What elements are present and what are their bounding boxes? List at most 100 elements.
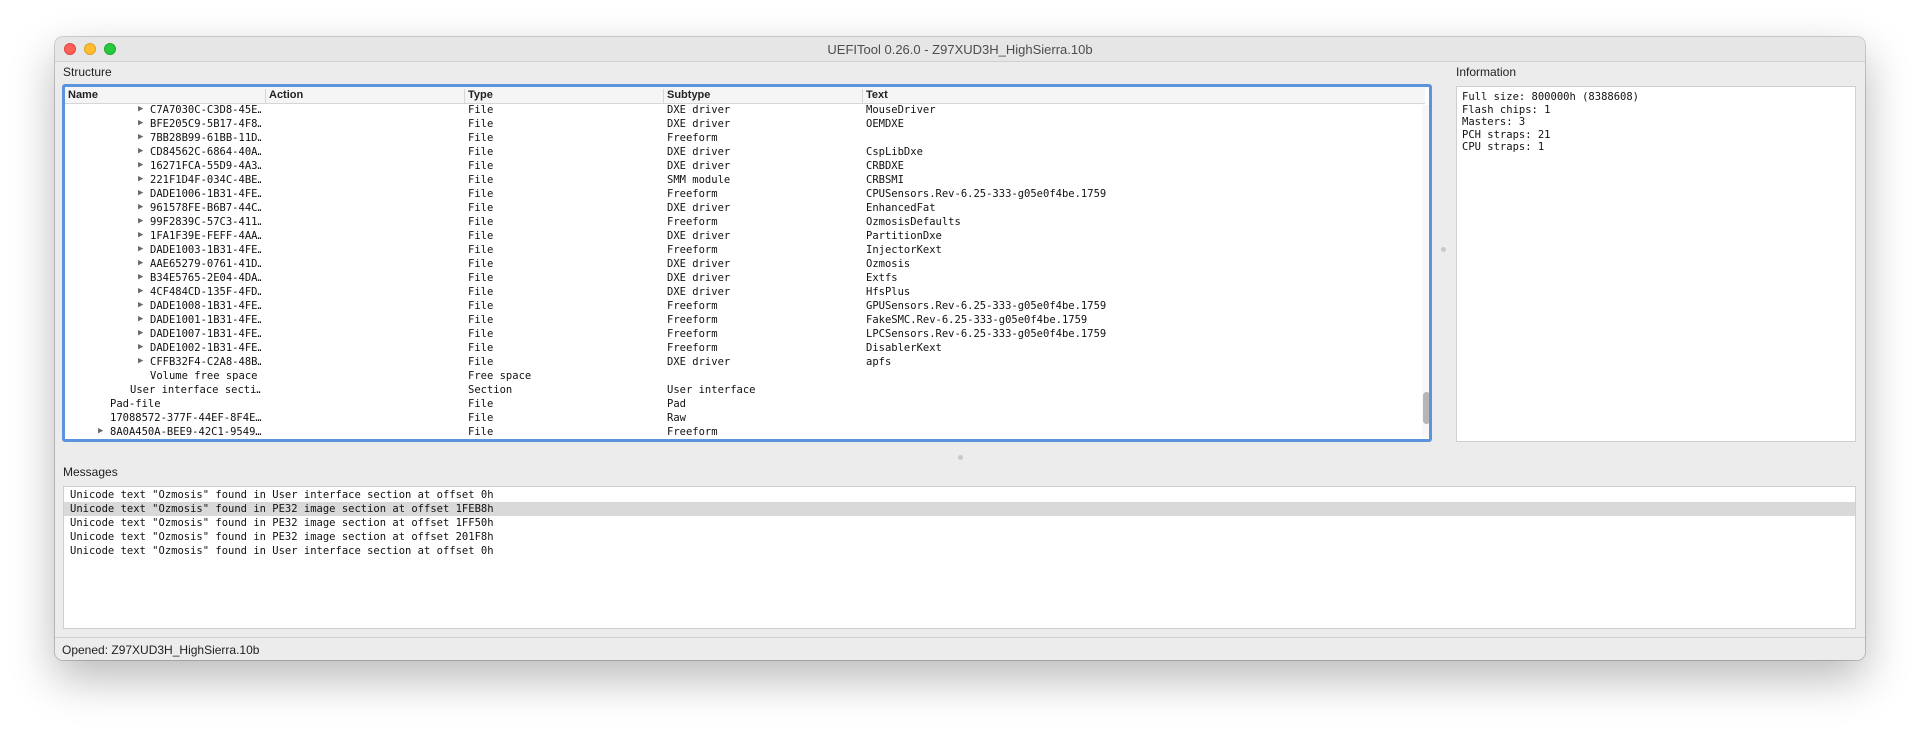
info-line: CPU straps: 1	[1462, 141, 1545, 153]
column-header-action[interactable]: Action	[265, 89, 465, 103]
tree-body: ▶ C7A7030C-C3D8-45E… File DXE driver MouseDr…	[65, 104, 1415, 439]
tree-cell-text: EnhancedFat	[866, 202, 936, 214]
tree-row[interactable]: Volume free space Free space	[65, 370, 1415, 384]
tree-cell-type: File	[468, 328, 494, 340]
info-line: Full size: 800000h (8388608)	[1462, 91, 1640, 103]
message-item[interactable]: Unicode text "Ozmosis" found in User int…	[64, 488, 1855, 502]
tree-cell-name: 8A0A450A-BEE9-42C1-9549…	[110, 426, 261, 438]
tree-cell-subtype: Freeform	[667, 216, 718, 228]
tree-row[interactable]: ▶ DADE1001-1B31-4FE… File Freeform FakeSMC.R…	[65, 314, 1415, 328]
tree-row[interactable]: ▶ 221F1D4F-034C-4BE… File SMM module CRBSMI	[65, 174, 1415, 188]
expand-arrow-icon[interactable]: ▶	[138, 160, 143, 170]
tree-row[interactable]: ▶ B34E5765-2E04-4DA… File DXE driver Extfs	[65, 272, 1415, 286]
vertical-splitter-handle[interactable]	[1441, 247, 1446, 252]
tree-cell-type: File	[468, 426, 494, 438]
status-bar: Opened: Z97XUD3H_HighSierra.10b	[55, 637, 1865, 660]
tree-cell-type: File	[468, 216, 494, 228]
tree-cell-text: OEMDXE	[866, 118, 904, 130]
expand-arrow-icon[interactable]: ▶	[138, 272, 143, 282]
expand-arrow-icon[interactable]: ▶	[138, 188, 143, 198]
tree-cell-subtype: Freeform	[667, 314, 718, 326]
message-item[interactable]: Unicode text "Ozmosis" found in PE32 ima…	[64, 530, 1855, 544]
expand-arrow-icon[interactable]: ▶	[138, 258, 143, 268]
tree-row[interactable]: ▶ DADE1007-1B31-4FE… File Freeform LPCSensor…	[65, 328, 1415, 342]
expand-arrow-icon[interactable]: ▶	[138, 174, 143, 184]
tree-cell-type: Section	[468, 384, 513, 396]
title-bar[interactable]: UEFITool 0.26.0 - Z97XUD3H_HighSierra.10…	[55, 37, 1865, 62]
structure-tree[interactable]: Name Action Type Subtype Text ▶ C7A7030C-…	[62, 84, 1432, 442]
info-line: PCH straps: 21	[1462, 128, 1551, 141]
tree-cell-type: Free space	[468, 370, 532, 382]
tree-cell-name: BFE205C9-5B17-4F8…	[150, 118, 261, 130]
tree-cell-name: DADE1003-1B31-4FE…	[150, 244, 261, 256]
tree-cell-type: File	[468, 174, 494, 186]
tree-cell-name: CD84562C-6864-40A…	[150, 146, 261, 158]
expand-arrow-icon[interactable]: ▶	[138, 118, 143, 128]
expand-arrow-icon[interactable]: ▶	[138, 328, 143, 338]
column-header-type[interactable]: Type	[464, 89, 664, 103]
tree-cell-name: User interface secti…	[130, 384, 261, 396]
expand-arrow-icon[interactable]: ▶	[138, 230, 143, 240]
tree-cell-type: File	[468, 146, 494, 158]
tree-row[interactable]: ▶ DADE1006-1B31-4FE… File Freeform CPUSensor…	[65, 188, 1415, 202]
tree-cell-text: OzmosisDefaults	[866, 216, 961, 228]
tree-cell-type: File	[468, 412, 494, 424]
tree-row[interactable]: ▶ 7BB28B99-61BB-11D… File Freeform	[65, 132, 1415, 146]
information-label: Information	[1456, 65, 1517, 79]
tree-cell-subtype: SMM module	[667, 174, 731, 186]
column-header-text[interactable]: Text	[862, 89, 1416, 103]
tree-row[interactable]: User interface secti… Section User interfa…	[65, 384, 1415, 398]
app-window: UEFITool 0.26.0 - Z97XUD3H_HighSierra.10…	[55, 37, 1865, 660]
tree-cell-text: CPUSensors.Rev-6.25-333-g05e0f4be.1759	[866, 188, 1107, 200]
expand-arrow-icon[interactable]: ▶	[138, 286, 143, 296]
expand-arrow-icon[interactable]: ▶	[138, 244, 143, 254]
tree-row[interactable]: ▶ DADE1002-1B31-4FE… File Freeform DisablerK…	[65, 342, 1415, 356]
tree-row[interactable]: ▶ CFFB32F4-C2A8-48B… File DXE driver apfs	[65, 356, 1415, 370]
tree-cell-subtype: DXE driver	[667, 272, 731, 284]
message-item[interactable]: Unicode text "Ozmosis" found in PE32 ima…	[64, 516, 1855, 530]
tree-row[interactable]: ▶ CD84562C-6864-40A… File DXE driver CspLibD…	[65, 146, 1415, 160]
horizontal-splitter-handle[interactable]	[958, 455, 963, 460]
expand-arrow-icon[interactable]: ▶	[138, 216, 143, 226]
tree-scroll-thumb[interactable]	[1423, 392, 1429, 424]
messages-list[interactable]: Unicode text "Ozmosis" found in User int…	[63, 486, 1856, 629]
message-item[interactable]: Unicode text "Ozmosis" found in User int…	[64, 544, 1855, 558]
tree-row[interactable]: ▶ 99F2839C-57C3-411… File Freeform OzmosisDe…	[65, 216, 1415, 230]
expand-arrow-icon[interactable]: ▶	[138, 146, 143, 156]
expand-arrow-icon[interactable]: ▶	[98, 426, 103, 436]
tree-row[interactable]: ▶ BFE205C9-5B17-4F8… File DXE driver OEMDXE	[65, 118, 1415, 132]
tree-cell-type: File	[468, 342, 494, 354]
tree-cell-text: FakeSMC.Rev-6.25-333-g05e0f4be.1759	[866, 314, 1088, 326]
expand-arrow-icon[interactable]: ▶	[138, 202, 143, 212]
tree-cell-subtype: Raw	[667, 412, 686, 424]
tree-row[interactable]: ▶ 16271FCA-55D9-4A3… File DXE driver CRBDXE	[65, 160, 1415, 174]
tree-cell-name: DADE1006-1B31-4FE…	[150, 188, 261, 200]
tree-row[interactable]: 17088572-377F-44EF-8F4E… File Raw	[65, 412, 1415, 426]
expand-arrow-icon[interactable]: ▶	[138, 104, 143, 114]
tree-cell-subtype: Freeform	[667, 188, 718, 200]
message-item[interactable]: Unicode text "Ozmosis" found in PE32 ima…	[64, 502, 1855, 516]
tree-row[interactable]: ▶ 961578FE-B6B7-44C… File DXE driver Enhance…	[65, 202, 1415, 216]
tree-row[interactable]: Pad-file File Pad	[65, 398, 1415, 412]
column-header-name[interactable]: Name	[65, 89, 264, 103]
tree-cell-subtype: Freeform	[667, 328, 718, 340]
tree-row[interactable]: ▶ 4CF484CD-135F-4FD… File DXE driver HfsPlus	[65, 286, 1415, 300]
expand-arrow-icon[interactable]: ▶	[138, 300, 143, 310]
expand-arrow-icon[interactable]: ▶	[138, 132, 143, 142]
tree-row[interactable]: ▶ DADE1003-1B31-4FE… File Freeform InjectorK…	[65, 244, 1415, 258]
tree-row[interactable]: ▶ AAE65279-0761-41D… File DXE driver Ozmosis	[65, 258, 1415, 272]
expand-arrow-icon[interactable]: ▶	[138, 356, 143, 366]
tree-header: Name Action Type Subtype Text	[65, 87, 1425, 104]
tree-cell-text: InjectorKext	[866, 244, 942, 256]
tree-row[interactable]: ▶ 1FA1F39E-FEFF-4AA… File DXE driver Partiti…	[65, 230, 1415, 244]
information-panel: Full size: 800000h (8388608) Flash chips…	[1456, 86, 1856, 442]
tree-cell-type: File	[468, 244, 494, 256]
tree-row[interactable]: ▶ C7A7030C-C3D8-45E… File DXE driver MouseDr…	[65, 104, 1415, 118]
tree-row[interactable]: ▶ DADE1008-1B31-4FE… File Freeform GPUSensor…	[65, 300, 1415, 314]
tree-row[interactable]: ▶ 8A0A450A-BEE9-42C1-9549… File Freeform	[65, 426, 1415, 439]
expand-arrow-icon[interactable]: ▶	[138, 342, 143, 352]
expand-arrow-icon[interactable]: ▶	[138, 314, 143, 324]
tree-scrollbar[interactable]	[1422, 105, 1429, 437]
tree-cell-name: 7BB28B99-61BB-11D…	[150, 132, 261, 144]
column-header-subtype[interactable]: Subtype	[663, 89, 863, 103]
